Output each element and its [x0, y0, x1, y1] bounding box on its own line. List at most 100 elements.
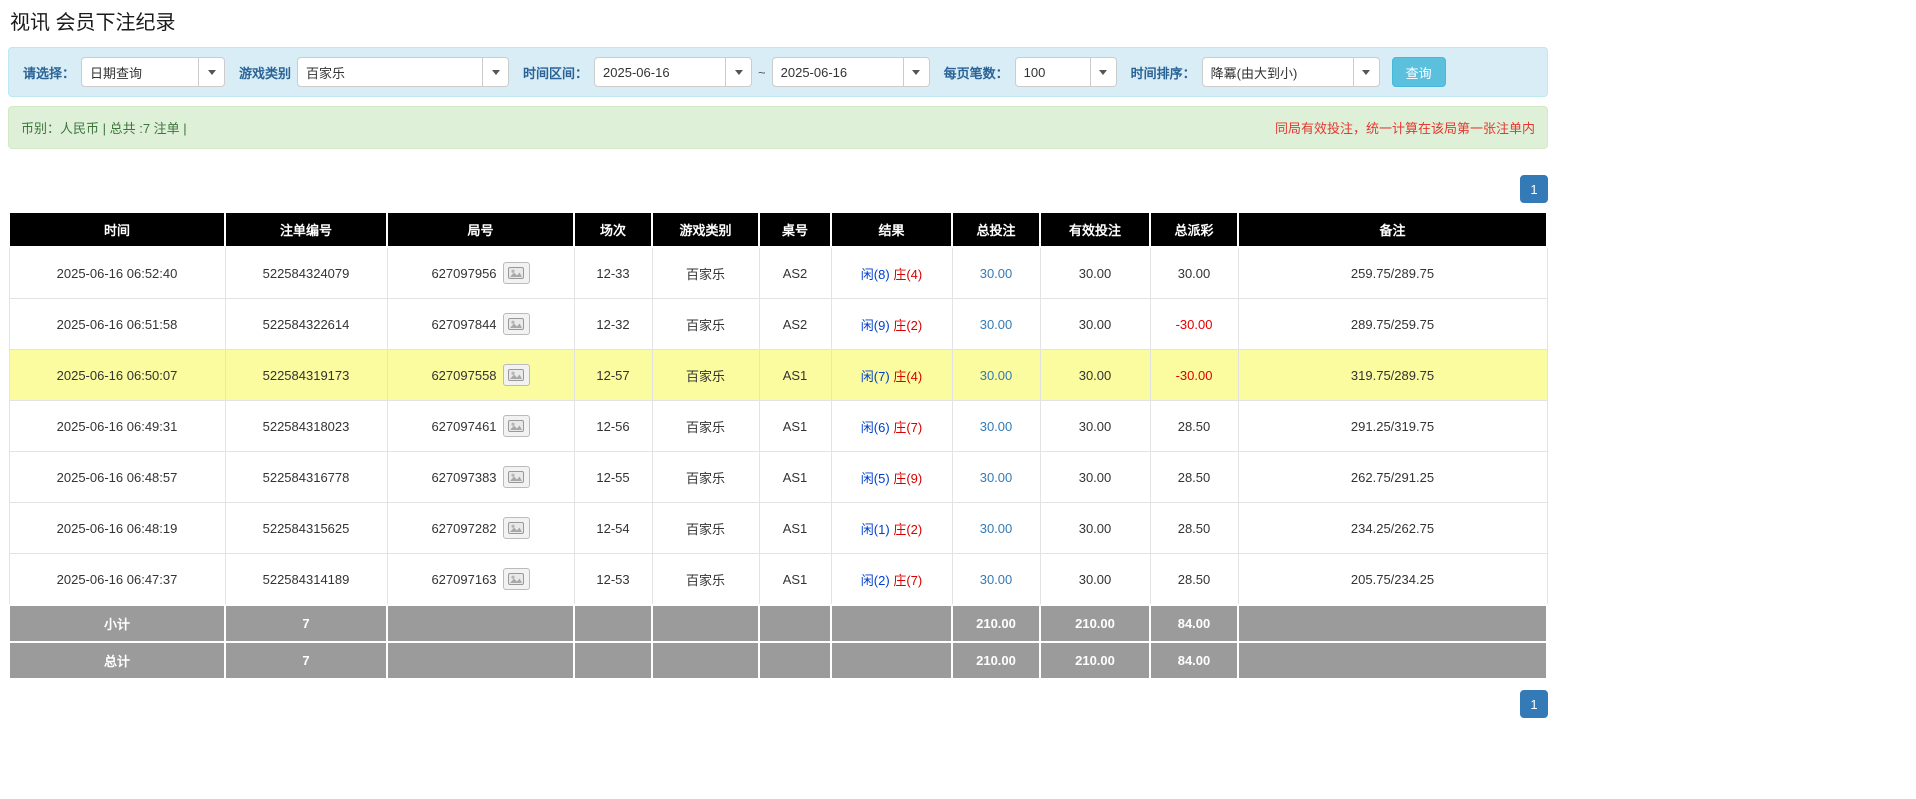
summary-count-cell: 7	[224, 604, 388, 643]
total-bet-link[interactable]: 30.00	[980, 368, 1013, 383]
summary-bar: 币别：人民币 | 总共 :7 注单 | 同局有效投注，统一计算在该局第一张注单内	[8, 106, 1548, 149]
bet-id-cell: 522584318023	[224, 400, 388, 452]
result-banker: 庄(2)	[893, 317, 923, 333]
page-button-1[interactable]: 1	[1520, 690, 1548, 718]
total-bet-link[interactable]: 30.00	[980, 419, 1013, 434]
round-id-text: 627097844	[431, 316, 497, 332]
game-type-input[interactable]	[297, 57, 484, 87]
game-type-cell: 百家乐	[651, 298, 760, 350]
caret-down-icon	[491, 69, 500, 75]
bet-id-cell: 522584314189	[224, 553, 388, 606]
time-sort-input[interactable]	[1201, 57, 1354, 87]
date-to-dropdown-button[interactable]	[903, 57, 930, 87]
total-bet-cell: 30.00	[951, 298, 1041, 350]
page-button-1[interactable]: 1	[1520, 175, 1548, 203]
total-bet-link[interactable]: 30.00	[980, 266, 1013, 281]
video-preview-icon	[508, 369, 525, 381]
result-banker: 庄(9)	[893, 470, 923, 486]
empty-cell	[1237, 641, 1548, 680]
time-cell: 2025-06-16 06:47:37	[8, 553, 226, 606]
payout-cell: 28.50	[1149, 502, 1239, 554]
total-bet-link[interactable]: 30.00	[980, 521, 1013, 536]
time-sort-label: 时间排序：	[1130, 65, 1196, 81]
page-title: 视讯 会员下注纪录	[10, 12, 176, 34]
table-footer: 小计 7 210.00 210.00 84.00 总计 7 210.00 210.00 84.00	[8, 604, 1548, 680]
round-id-text: 627097558	[431, 367, 497, 383]
table-row: 2025-06-16 06:51:58 522584322614 627097844…	[8, 298, 1548, 350]
column-header: 桌号	[758, 213, 832, 248]
result-player: 闲(1)	[860, 521, 890, 537]
date-to-combo	[771, 57, 930, 87]
bet-id-cell: 522584319173	[224, 349, 388, 401]
table-row: 2025-06-16 06:48:57 522584316778 627097383…	[8, 451, 1548, 503]
session-cell: 12-54	[573, 502, 653, 554]
date-to-input[interactable]	[771, 57, 904, 87]
game-type-combo	[297, 57, 510, 87]
total-bet-cell: 30.00	[951, 349, 1041, 401]
game-type-dropdown-button[interactable]	[483, 57, 510, 87]
video-preview-icon	[508, 267, 525, 279]
video-preview-button[interactable]	[502, 568, 530, 590]
game-type-cell: 百家乐	[651, 451, 760, 503]
date-from-dropdown-button[interactable]	[726, 57, 753, 87]
time-sort-dropdown-button[interactable]	[1353, 57, 1380, 87]
total-bet-link[interactable]: 30.00	[980, 470, 1013, 485]
table-row: 2025-06-16 06:50:07 522584319173 627097558…	[8, 349, 1548, 401]
page-size-dropdown-button[interactable]	[1090, 57, 1117, 87]
time-cell: 2025-06-16 06:52:40	[8, 246, 226, 299]
bet-id-cell: 522584324079	[224, 246, 388, 299]
table-row: 2025-06-16 06:48:19 522584315625 627097282…	[8, 502, 1548, 554]
video-preview-button[interactable]	[502, 517, 530, 539]
video-preview-button[interactable]	[502, 364, 530, 386]
result-cell: 闲(6) 庄(7)	[830, 400, 953, 452]
session-cell: 12-55	[573, 451, 653, 503]
select-type-label: 请选择：	[23, 65, 76, 81]
session-cell: 12-33	[573, 246, 653, 299]
note-cell: 234.25/262.75	[1237, 502, 1548, 554]
column-header: 局号	[386, 213, 575, 248]
page: 视讯 会员下注纪录 请选择： 游戏类别 时间区间： ~ 每页笔数： 时间排序：	[0, 0, 1556, 728]
bet-id-cell: 522584316778	[224, 451, 388, 503]
valid-bet-cell: 30.00	[1039, 298, 1151, 350]
pagination-bottom: 1	[8, 690, 1548, 718]
total-bet-link[interactable]: 30.00	[980, 572, 1013, 587]
summary-row: 小计 7 210.00 210.00 84.00	[8, 604, 1548, 643]
page-size-combo	[1014, 57, 1117, 87]
video-preview-button[interactable]	[502, 466, 530, 488]
game-type-label: 游戏类别	[239, 65, 292, 81]
video-preview-button[interactable]	[502, 262, 530, 284]
result-cell: 闲(8) 庄(4)	[830, 246, 953, 299]
total-bet-link[interactable]: 30.00	[980, 317, 1013, 332]
empty-cell	[651, 604, 760, 643]
summary-valid-bet-cell: 210.00	[1039, 604, 1151, 643]
caret-down-icon	[1362, 69, 1371, 75]
time-cell: 2025-06-16 06:48:57	[8, 451, 226, 503]
session-cell: 12-56	[573, 400, 653, 452]
table-row: 2025-06-16 06:47:37 522584314189 627097163…	[8, 553, 1548, 606]
table-no-cell: AS1	[758, 400, 832, 452]
select-type-input[interactable]	[81, 57, 200, 87]
note-cell: 319.75/289.75	[1237, 349, 1548, 401]
search-button[interactable]: 查询	[1391, 57, 1446, 87]
video-preview-button[interactable]	[502, 313, 530, 335]
select-type-dropdown-button[interactable]	[199, 57, 226, 87]
summary-label-cell: 小计	[8, 604, 226, 643]
payout-cell: 28.50	[1149, 553, 1239, 606]
valid-bet-cell: 30.00	[1039, 246, 1151, 299]
summary-row: 总计 7 210.00 210.00 84.00	[8, 641, 1548, 680]
round-id-cell: 627097282	[386, 502, 575, 554]
table-no-cell: AS2	[758, 298, 832, 350]
table-body: 2025-06-16 06:52:40 522584324079 627097956…	[8, 246, 1548, 606]
video-preview-icon	[508, 318, 525, 330]
video-preview-button[interactable]	[502, 415, 530, 437]
empty-cell	[758, 641, 832, 680]
round-id-cell: 627097163	[386, 553, 575, 606]
date-from-input[interactable]	[594, 57, 727, 87]
game-type-cell: 百家乐	[651, 246, 760, 299]
table-no-cell: AS1	[758, 451, 832, 503]
page-size-input[interactable]	[1014, 57, 1091, 87]
empty-cell	[651, 641, 760, 680]
caret-down-icon	[912, 69, 921, 75]
range-separator: ~	[758, 64, 766, 80]
result-cell: 闲(7) 庄(4)	[830, 349, 953, 401]
